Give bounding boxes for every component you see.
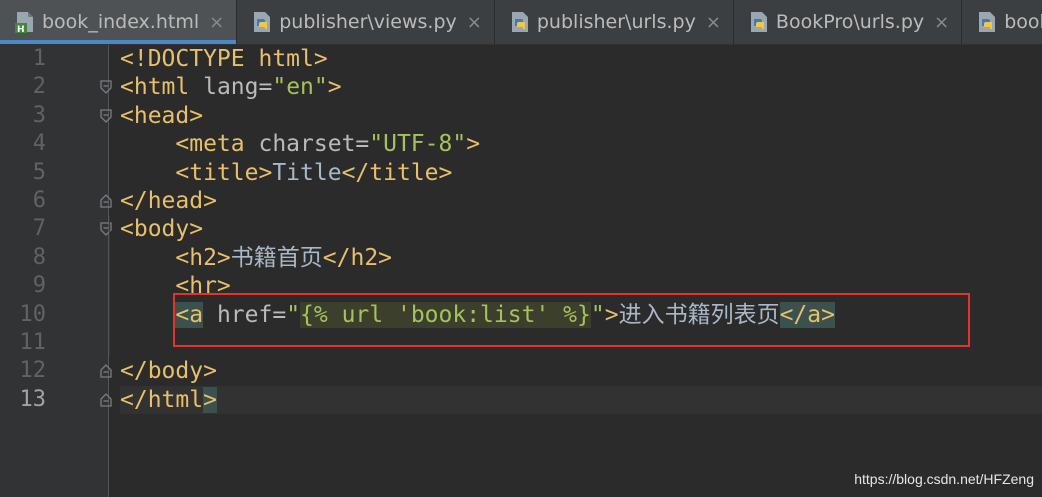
tag: </body> [120, 358, 217, 385]
tag-open: </html [120, 386, 204, 413]
fold-markers [98, 45, 116, 414]
fold-open-icon[interactable] [98, 215, 116, 243]
tag: <head> [120, 102, 204, 129]
line-number: 9 [32, 273, 46, 299]
close-icon[interactable]: × [934, 12, 949, 33]
tab-label: book\urls.py [1004, 11, 1042, 33]
tag-open: <meta [175, 131, 245, 158]
tag-end-highlighted: > [203, 386, 217, 413]
fold-close-icon[interactable] [98, 386, 116, 414]
tag-close: </h2> [322, 244, 393, 271]
line-number: 5 [32, 159, 46, 185]
line-number: 11 [19, 329, 47, 355]
tab-label: book_index.html [42, 11, 200, 33]
tag-end: > [327, 74, 342, 101]
fold-open-icon[interactable] [98, 102, 116, 130]
tab-book-urls-py[interactable]: book\urls.py [962, 0, 1042, 44]
svg-text:H: H [17, 25, 25, 34]
text-content: 书籍首页 [230, 244, 323, 271]
tag: <body> [120, 216, 204, 243]
tag-open: <title> [175, 159, 273, 186]
line-number: 10 [19, 301, 47, 327]
code-line-3[interactable]: <head> [120, 102, 1042, 130]
line-number: 12 [19, 358, 47, 384]
close-icon[interactable]: × [209, 12, 224, 33]
attr-name: lang= [189, 74, 273, 101]
line-number: 2 [32, 74, 46, 100]
code-area[interactable]: <!DOCTYPE html> <html lang="en"> <head> … [120, 45, 1042, 415]
tab-publisher-urls-py[interactable]: publisher\urls.py × [495, 0, 734, 44]
python-file-icon [254, 12, 271, 32]
code-line-1[interactable]: <!DOCTYPE html> [120, 45, 1042, 73]
code-line-5[interactable]: <title>Title</title> [120, 159, 1042, 187]
code-line-12[interactable]: </body> [120, 357, 1042, 385]
python-file-icon [750, 12, 767, 32]
line-number: 7 [32, 216, 46, 242]
tab-label: BookPro\urls.py [775, 11, 925, 33]
code-line-2[interactable]: <html lang="en"> [120, 73, 1042, 101]
editor-tab-bar: H book_index.html × publisher\views.py ×… [0, 0, 1042, 45]
line-number: 6 [32, 187, 46, 213]
tab-publisher-views-py[interactable]: publisher\views.py × [237, 0, 495, 44]
line-number: 1 [32, 46, 46, 71]
line-number: 8 [32, 244, 46, 270]
code-line-8[interactable]: <h2>书籍首页</h2> [120, 244, 1042, 272]
fold-close-icon[interactable] [98, 357, 116, 385]
line-number: 4 [32, 131, 46, 157]
tab-label: publisher\urls.py [536, 11, 696, 33]
attr-name: charset= [244, 131, 370, 158]
text-content: Title [272, 159, 342, 186]
doctype: <!DOCTYPE html> [120, 46, 328, 72]
indent-guide [109, 216, 110, 356]
tag-close: </title> [341, 159, 453, 186]
python-file-icon [511, 12, 528, 32]
code-line-7[interactable]: <body> [120, 215, 1042, 243]
tab-book-index-html[interactable]: H book_index.html × [0, 0, 238, 44]
line-numbers: 1 2 3 4 5 6 7 8 9 10 11 12 13 [0, 45, 60, 414]
line-number-current: 13 [19, 386, 47, 412]
html-file-icon: H [15, 12, 33, 34]
tag-open: <h2> [175, 244, 231, 271]
annotation-highlight-box [173, 293, 970, 347]
attr-value: "en" [272, 74, 328, 101]
tab-label: publisher\views.py [279, 11, 457, 33]
python-file-icon [979, 12, 996, 32]
fold-open-icon[interactable] [98, 73, 116, 101]
fold-close-icon[interactable] [98, 187, 116, 215]
tag-open: <html [120, 74, 190, 101]
tab-bookpro-urls-py[interactable]: BookPro\urls.py × [734, 0, 963, 44]
attr-value: "UTF-8" [369, 131, 467, 158]
line-number: 3 [32, 102, 46, 128]
close-icon[interactable]: × [706, 12, 721, 33]
code-line-6[interactable]: </head> [120, 187, 1042, 215]
watermark: https://blog.csdn.net/HFZeng [854, 471, 1034, 487]
close-icon[interactable]: × [467, 12, 482, 33]
code-line-4[interactable]: <meta charset="UTF-8"> [120, 130, 1042, 158]
tag-end: > [466, 131, 481, 158]
code-editor[interactable]: H book_index.html × publisher\views.py ×… [0, 0, 1042, 497]
code-line-13-current[interactable]: </html> [120, 385, 1042, 415]
tag: </head> [120, 187, 217, 214]
